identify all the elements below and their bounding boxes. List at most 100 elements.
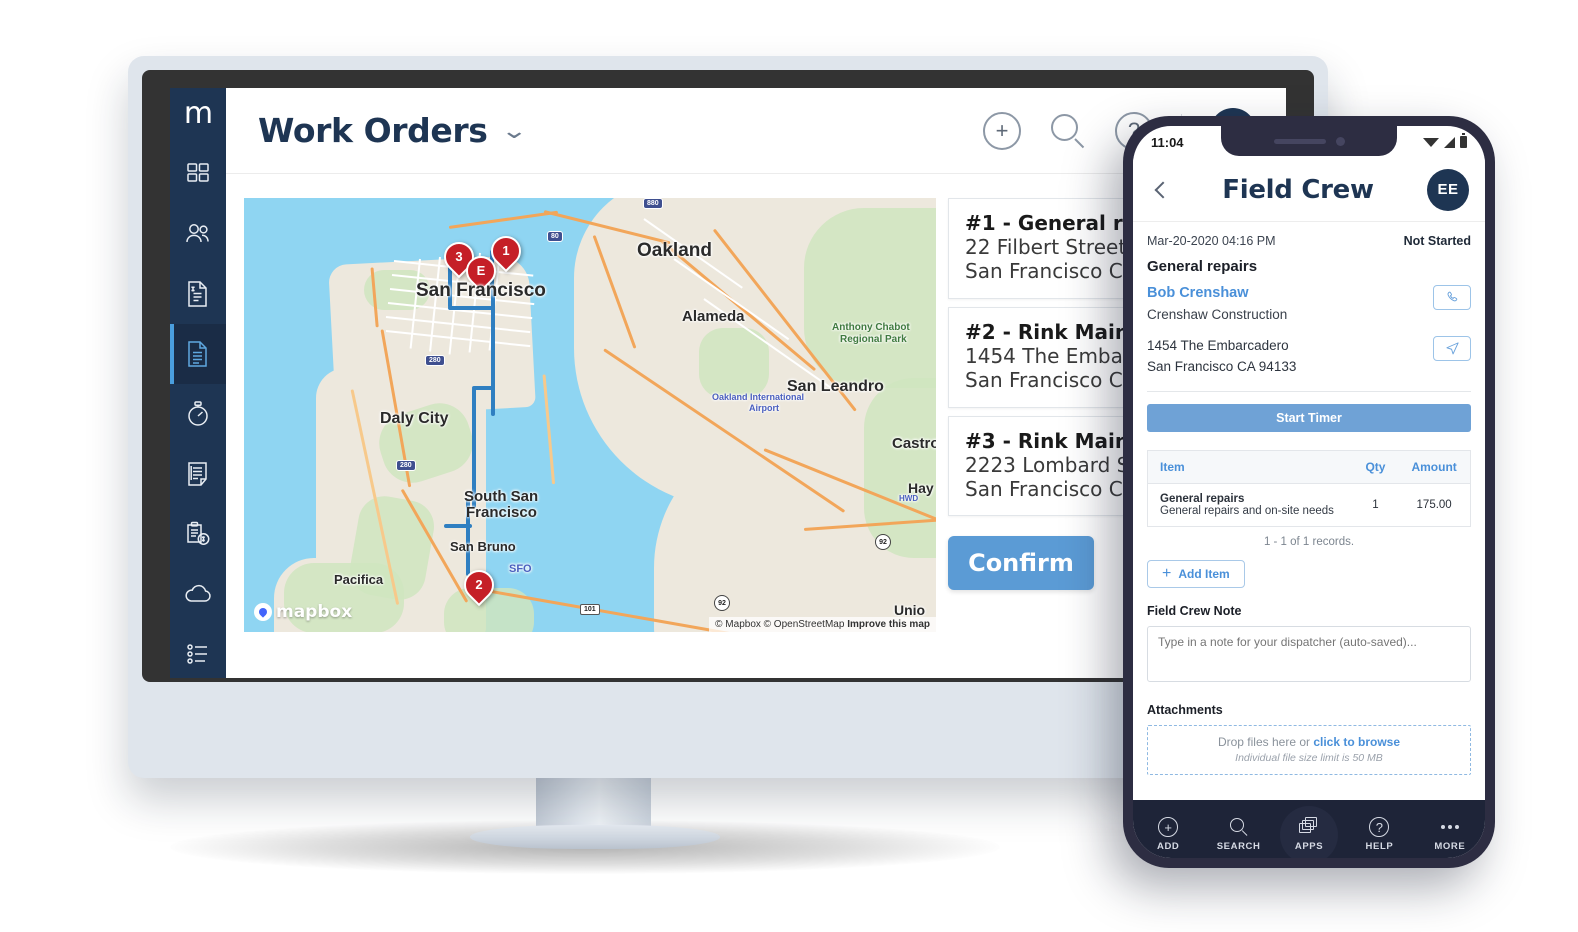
map-attribution-copyright: © Mapbox © OpenStreetMap (715, 619, 845, 630)
chevron-down-icon[interactable]: ⌄ (501, 118, 529, 144)
phone-icon[interactable] (1433, 285, 1471, 310)
phone-body: Mar-20-2020 04:16 PM Not Started General… (1133, 222, 1485, 800)
page-title: Work Orders (258, 111, 488, 150)
sidebar-item-customers[interactable] (170, 204, 226, 264)
tab-apps[interactable]: APPS (1274, 816, 1344, 852)
status-icons (1423, 133, 1467, 148)
sidebar-item-cloud[interactable] (170, 564, 226, 624)
cloud-icon (183, 583, 213, 605)
cell-amount: 175.00 (1416, 498, 1452, 511)
map-route (491, 288, 495, 416)
tab-search[interactable]: SEARCH (1203, 816, 1273, 852)
attachments-label: Attachments (1147, 702, 1223, 717)
confirm-button[interactable]: Confirm (948, 536, 1094, 590)
map-label: Castro (892, 435, 936, 452)
status-time: 11:04 (1151, 134, 1184, 150)
table-header-row: Item Qty Amount (1147, 450, 1471, 484)
tab-add[interactable]: + ADD (1133, 816, 1203, 852)
dropzone-limit: Individual file size limit is 50 MB (1235, 752, 1383, 765)
tab-more[interactable]: MORE (1415, 816, 1485, 852)
monitor-base (470, 825, 720, 849)
cell-item: General repairs General repairs and on-s… (1148, 483, 1353, 526)
map-label: Alameda (682, 308, 745, 325)
meta-date: Mar-20-2020 04:16 PM (1147, 234, 1276, 248)
attachment-dropzone[interactable]: Drop files here or click to browse Indiv… (1147, 724, 1471, 775)
map-label-airport: Oakland International (712, 392, 805, 402)
battery-icon (1460, 133, 1467, 148)
search-icon (1229, 816, 1249, 838)
grid-icon (185, 161, 211, 187)
phone-tabbar: + ADD SEARCH APPS ? HELP MORE (1133, 800, 1485, 858)
tab-search-label: SEARCH (1216, 841, 1261, 852)
map-attribution: © Mapbox © OpenStreetMap Improve this ma… (709, 617, 936, 632)
contact-name-link[interactable]: Bob Crenshaw (1147, 285, 1287, 301)
map-pin-label: 1 (502, 243, 510, 258)
app-sidebar: m (170, 88, 226, 678)
map-label: Pacifica (334, 572, 384, 587)
item-description: General repairs and on-site needs (1160, 504, 1334, 517)
navigate-icon[interactable] (1433, 336, 1471, 361)
map-label-airport: SFO (509, 563, 532, 575)
status-badge: Not Started (1403, 234, 1471, 248)
map-route (444, 524, 472, 528)
sidebar-item-payments[interactable] (170, 504, 226, 564)
dropzone-browse-link[interactable]: click to browse (1313, 735, 1400, 749)
mapbox-marker-icon (254, 603, 272, 621)
map-label: Francisco (466, 504, 537, 521)
add-circle-icon: + (1158, 816, 1179, 838)
start-timer-button[interactable]: Start Timer (1147, 403, 1471, 432)
speaker-icon (1273, 138, 1326, 144)
items-table: Item Qty Amount General repairs General … (1147, 449, 1471, 527)
note-label: Field Crew Note (1147, 603, 1242, 618)
map-route-shield: 92 (714, 595, 730, 611)
map-route-shield: 92 (875, 534, 891, 550)
map-label-park: Anthony Chabot (832, 322, 910, 333)
contact-company: Crenshaw Construction (1147, 307, 1288, 322)
address-line1: 1454 The Embarcadero (1147, 338, 1289, 353)
column-header-qty: Qty (1352, 450, 1399, 484)
phone-device: 11:04 Field Crew EE Mar-20-2020 04:16 PM… (1123, 116, 1495, 868)
plus-icon: + (1162, 564, 1172, 582)
brand-logo[interactable]: m (170, 88, 226, 144)
add-item-button[interactable]: + Add Item (1147, 559, 1245, 588)
sidebar-item-time-tracking[interactable] (170, 384, 226, 444)
map-label: Oakland (637, 240, 712, 261)
camera-icon (1335, 136, 1345, 146)
phone-topbar: Field Crew EE (1133, 158, 1485, 222)
sidebar-item-dashboard[interactable] (170, 144, 226, 204)
desktop-app-screen: m Work Orders ⌄ + ? 3 E 1 2 San Francisc… (170, 88, 1286, 678)
map-attribution-link[interactable]: Improve this map (847, 619, 930, 630)
screenshot-stage: m Work Orders ⌄ + ? 3 E 1 2 San Francisc… (0, 0, 1578, 932)
map-route-shield: 280 (425, 355, 445, 366)
map-route-shield: 101 (580, 604, 600, 615)
invoice-dollar-icon (185, 280, 211, 308)
note-lines-icon (185, 460, 211, 488)
map-route-shield: 880 (643, 198, 663, 209)
mapbox-logo[interactable]: mapbox (254, 602, 352, 622)
search-icon[interactable] (1049, 112, 1087, 150)
map-view[interactable]: 3 E 1 2 San Francisco Oakland Alameda Sa… (244, 198, 936, 632)
avatar[interactable]: EE (1427, 168, 1469, 211)
tab-help-label: HELP (1365, 841, 1394, 852)
table-row[interactable]: General repairs General repairs and on-s… (1148, 483, 1471, 526)
add-icon[interactable]: + (983, 111, 1021, 150)
sidebar-item-estimates[interactable] (170, 444, 226, 504)
sidebar-item-invoices[interactable] (170, 264, 226, 324)
tab-add-label: ADD (1157, 841, 1180, 852)
meta-row: Mar-20-2020 04:16 PM Not Started (1147, 222, 1471, 258)
map-park (804, 208, 936, 388)
dropzone-prompt: Drop files here or (1217, 735, 1314, 750)
note-input[interactable] (1147, 625, 1471, 682)
item-name: General repairs (1160, 492, 1245, 505)
job-title: General repairs (1147, 258, 1258, 275)
address-row: 1454 The Embarcadero San Francisco CA 94… (1147, 336, 1471, 378)
stopwatch-icon (185, 400, 211, 428)
list-icon (184, 642, 212, 666)
tab-help[interactable]: ? HELP (1344, 816, 1414, 852)
sidebar-item-more-list[interactable] (170, 624, 226, 678)
column-header-item: Item (1147, 450, 1353, 484)
map-label: San Francisco (416, 280, 546, 301)
signal-icon (1444, 136, 1455, 148)
apps-icon (1299, 816, 1319, 838)
sidebar-item-work-orders[interactable] (170, 324, 226, 384)
